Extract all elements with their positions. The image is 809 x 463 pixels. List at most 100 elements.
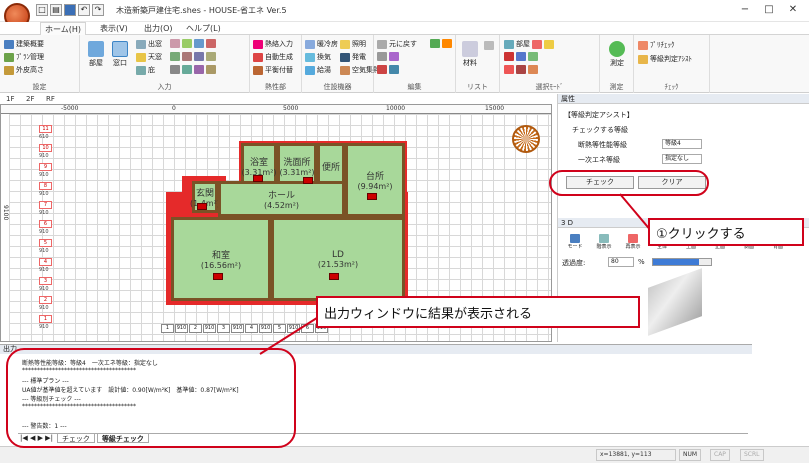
insulation-grade-select[interactable]: 等級4 xyxy=(662,139,702,149)
level-button[interactable]: 6 xyxy=(39,220,52,228)
material-icon xyxy=(462,41,478,57)
copy-icon xyxy=(430,39,440,48)
callout-result: 出力ウィンドウに結果が表示される xyxy=(316,296,640,328)
floor-tab-rf[interactable]: RF xyxy=(46,95,55,103)
minimize-button[interactable]: − xyxy=(734,3,756,17)
measure-button[interactable]: 測定 xyxy=(605,41,629,68)
property-panel-title: 属性 xyxy=(558,94,809,104)
tab-output[interactable]: 出力(O) xyxy=(140,22,177,35)
building-summary-label: 建築概要 xyxy=(16,40,44,48)
select-row3[interactable] xyxy=(504,65,538,74)
precheck-button[interactable]: ﾌﾟﾘﾁｪｯｸ xyxy=(638,40,675,50)
new-file-icon[interactable]: □ xyxy=(36,4,48,16)
input-tool-row2[interactable] xyxy=(170,52,216,61)
list-icons[interactable] xyxy=(484,41,494,50)
window-marker[interactable] xyxy=(213,273,223,280)
bay-window-button[interactable]: 出窓 xyxy=(136,39,162,49)
open-folder-icon[interactable]: ▤ xyxy=(50,4,62,16)
tab-home[interactable]: ホーム(H) xyxy=(40,22,87,36)
undo-button[interactable]: 元に戻す xyxy=(377,39,417,49)
floor-tab-1f[interactable]: 1F xyxy=(6,95,14,103)
status-bar: x=13881, y=113 NUM CAP SCRL xyxy=(0,446,809,463)
level-button[interactable]: 9 xyxy=(39,163,52,171)
level-button[interactable]: 8 xyxy=(39,182,52,190)
height-icon xyxy=(4,65,14,75)
bottom-dim-cell: 910 xyxy=(203,324,216,333)
window-marker[interactable] xyxy=(197,203,207,210)
level-button[interactable]: 1 xyxy=(39,315,52,323)
lighting-button[interactable]: 照明 xyxy=(340,39,366,49)
skylight-button[interactable]: 天窓 xyxy=(136,52,162,62)
close-button[interactable]: ✕ xyxy=(782,3,804,17)
heating-button[interactable]: 暖冷房 xyxy=(305,39,338,49)
tab-view[interactable]: 表示(V) xyxy=(96,22,132,35)
transparency-unit: % xyxy=(638,258,645,266)
tool-c-icon xyxy=(194,39,204,48)
level-button[interactable]: 2 xyxy=(39,296,52,304)
window-marker[interactable] xyxy=(303,177,313,184)
window-button[interactable]: 窓口 xyxy=(108,41,132,68)
level-value: 910 xyxy=(39,286,49,292)
building-summary-button[interactable]: 建築概要 xyxy=(4,39,44,49)
save-icon[interactable] xyxy=(64,4,76,16)
ribbon-group-equipment: 暖冷房 照明 換気 発電 給湯 空気集熱 住設機器 xyxy=(302,35,380,93)
eaves-button[interactable]: 庇 xyxy=(136,65,155,75)
balance-icon xyxy=(253,65,263,75)
edit-tool-row2[interactable] xyxy=(377,52,399,61)
level-value: 910 xyxy=(39,191,49,197)
transparency-slider[interactable] xyxy=(652,258,712,266)
3d-tool-button[interactable]: モード xyxy=(562,234,588,252)
tab-help[interactable]: ヘルプ(L) xyxy=(182,22,225,35)
envelope-height-button[interactable]: 外皮高さ xyxy=(4,65,44,75)
edit-tool-col2[interactable] xyxy=(430,39,452,48)
room-japanese[interactable]: 和室 (16.56m²) xyxy=(171,217,271,301)
auto-generate-button[interactable]: 自動生成 xyxy=(253,52,293,62)
level-button[interactable]: 3 xyxy=(39,277,52,285)
grade-assist-button[interactable]: 等級判定ｱｼｽﾄ xyxy=(638,54,692,64)
undo-label: 元に戻す xyxy=(389,40,417,48)
input-tool-row1[interactable] xyxy=(170,39,216,48)
window-marker[interactable] xyxy=(253,175,263,182)
skylight-icon xyxy=(136,52,146,62)
tool-h-icon xyxy=(206,52,216,61)
room-kitchen[interactable]: 台所 (9.94m²) xyxy=(345,143,405,217)
ventilation-button[interactable]: 換気 xyxy=(305,52,331,62)
level-button[interactable]: 10 xyxy=(39,144,52,152)
room-hall[interactable]: ホール (4.52m²) xyxy=(218,181,345,217)
insulation-input-button[interactable]: 熱絡入力 xyxy=(253,39,293,49)
edit-tool-row3[interactable] xyxy=(377,65,399,74)
select-room-button[interactable]: 部屋 xyxy=(504,39,554,49)
3d-house-model[interactable] xyxy=(648,268,702,336)
transparency-label: 透過度: xyxy=(562,259,586,267)
level-button[interactable]: 11 xyxy=(39,125,52,133)
input-tool-row3[interactable] xyxy=(170,65,216,74)
room-button[interactable]: 部屋 xyxy=(84,41,108,68)
plan-manage-button[interactable]: ﾌﾟﾗﾝ管理 xyxy=(4,52,44,62)
ribbon-group-select-mode: 部屋 選択ﾓｰﾄﾞ xyxy=(500,35,600,93)
maximize-button[interactable]: □ xyxy=(758,3,780,17)
power-gen-button[interactable]: 発電 xyxy=(340,52,366,62)
window-marker[interactable] xyxy=(367,193,377,200)
transparency-input[interactable]: 80 xyxy=(608,257,634,267)
select-row2[interactable] xyxy=(504,52,538,61)
energy-grade-select[interactable]: 指定なし xyxy=(662,154,702,164)
level-value: 610 xyxy=(39,134,49,140)
level-value: 910 xyxy=(39,324,49,330)
tool-i-icon xyxy=(170,65,180,74)
level-button[interactable]: 5 xyxy=(39,239,52,247)
room-ld[interactable]: LD (21.53m²) xyxy=(271,217,405,301)
hot-water-button[interactable]: 給湯 xyxy=(305,65,331,75)
room-area: (21.53m²) xyxy=(317,259,359,269)
ribbon-group-insulation: 熱絡入力 自動生成 平衡付替 熱性部 xyxy=(250,35,302,93)
level-button[interactable]: 4 xyxy=(39,258,52,266)
ribbon-tabs: ホーム(H) 表示(V) 出力(O) ヘルプ(L) xyxy=(0,22,809,36)
select-room-label: 部屋 xyxy=(516,40,530,48)
material-button[interactable]: 材料 xyxy=(458,41,482,68)
floor-tab-2f[interactable]: 2F xyxy=(26,95,34,103)
undo-icon[interactable]: ↶ xyxy=(78,4,90,16)
window-marker[interactable] xyxy=(329,273,339,280)
level-button[interactable]: 7 xyxy=(39,201,52,209)
compass-icon[interactable] xyxy=(512,125,540,153)
balance-button[interactable]: 平衡付替 xyxy=(253,65,293,75)
redo-icon[interactable]: ↷ xyxy=(92,4,104,16)
